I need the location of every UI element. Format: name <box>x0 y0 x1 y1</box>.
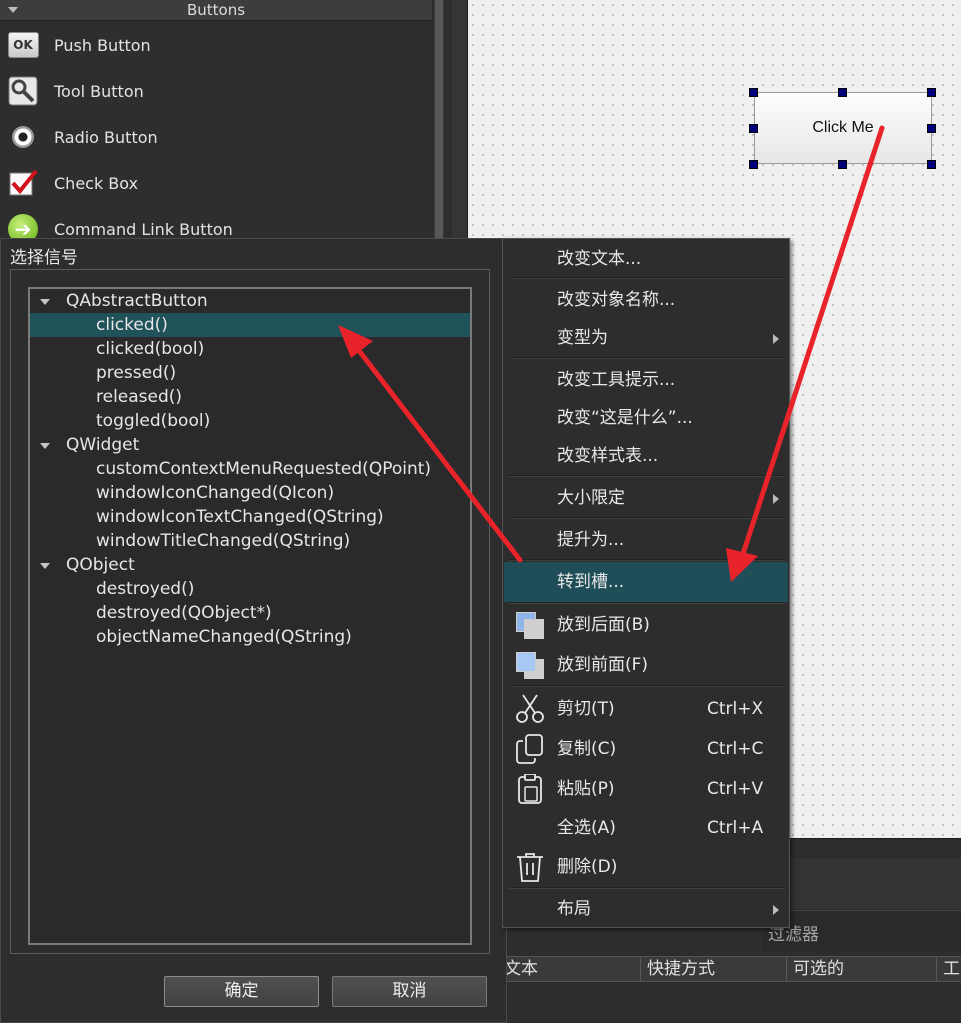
signal-item[interactable]: destroyed(QObject*) <box>30 601 470 625</box>
signal-item[interactable]: windowIconTextChanged(QString) <box>30 505 470 529</box>
resize-handle[interactable] <box>838 160 847 169</box>
collapse-arrow-icon[interactable] <box>8 7 18 13</box>
column-header-tooltip[interactable]: 工 <box>936 957 961 981</box>
resize-handle[interactable] <box>749 124 758 133</box>
menu-item-change-text[interactable]: 改变文本... <box>504 239 788 279</box>
cancel-button[interactable]: 取消 <box>332 976 487 1007</box>
resize-handle[interactable] <box>927 88 936 97</box>
signal-item[interactable]: released() <box>30 385 470 409</box>
menu-separator <box>509 277 785 279</box>
submenu-arrow-icon <box>773 494 779 504</box>
widget-item-radio-button[interactable]: Radio Button <box>0 114 432 160</box>
signal-item[interactable]: windowIconChanged(QIcon) <box>30 481 470 505</box>
context-menu: 改变文本... 改变对象名称... 变型为 改变工具提示... 改变“这是什么”… <box>502 238 790 928</box>
submenu-arrow-icon <box>773 334 779 344</box>
column-header-text[interactable]: 文本 <box>498 957 640 981</box>
copy-icon <box>514 734 546 764</box>
expand-arrow-icon[interactable] <box>40 443 50 449</box>
menu-item-change-whats-this[interactable]: 改变“这是什么”... <box>504 398 788 438</box>
signal-item-selected[interactable]: clicked() <box>30 313 470 337</box>
push-button-icon: OK <box>7 29 39 61</box>
resize-handle[interactable] <box>749 88 758 97</box>
menu-separator <box>509 559 785 561</box>
menu-separator <box>509 357 785 359</box>
widget-item-label: Check Box <box>54 173 139 193</box>
menu-separator <box>509 685 785 687</box>
scrollbar-thumb[interactable] <box>435 0 443 240</box>
menu-item-copy[interactable]: 复制(C) Ctrl+C <box>504 729 788 769</box>
action-table-header: 文本 快捷方式 可选的 工 <box>452 956 961 982</box>
menu-item-morph-into[interactable]: 变型为 <box>504 318 788 358</box>
menu-item-paste[interactable]: 粘贴(P) Ctrl+V <box>504 769 788 809</box>
signal-item[interactable]: customContextMenuRequested(QPoint) <box>30 457 470 481</box>
widget-item-check-box[interactable]: Check Box <box>0 160 432 206</box>
menu-item-layout[interactable]: 布局 <box>504 889 788 929</box>
signal-item[interactable]: windowTitleChanged(QString) <box>30 529 470 553</box>
resize-handle[interactable] <box>927 124 936 133</box>
tree-group-qobject[interactable]: QObject <box>30 553 470 577</box>
menu-item-bring-to-front[interactable]: 放到前面(F) <box>504 645 788 685</box>
menu-separator <box>509 602 785 604</box>
menu-item-go-to-slot[interactable]: 转到槽... <box>504 562 788 602</box>
widget-item-label: Command Link Button <box>54 219 233 239</box>
paste-icon <box>514 773 546 804</box>
signal-item[interactable]: destroyed() <box>30 577 470 601</box>
signal-tree[interactable]: QAbstractButton clicked() clicked(bool) … <box>28 287 472 945</box>
trash-icon <box>514 852 546 882</box>
column-header-checkable[interactable]: 可选的 <box>786 957 936 981</box>
radio-button-icon <box>7 121 39 153</box>
tree-group-qabstractbutton[interactable]: QAbstractButton <box>30 289 470 313</box>
tree-group-qwidget[interactable]: QWidget <box>30 433 470 457</box>
widget-item-label: Radio Button <box>54 127 158 147</box>
send-to-back-icon <box>514 610 546 640</box>
signal-item[interactable]: toggled(bool) <box>30 409 470 433</box>
check-box-icon <box>7 167 39 199</box>
widget-category-header[interactable]: Buttons <box>0 0 432 21</box>
widget-item-label: Tool Button <box>54 81 144 101</box>
menu-item-promote-to[interactable]: 提升为... <box>504 520 788 560</box>
menu-item-select-all[interactable]: 全选(A) Ctrl+A <box>504 808 788 848</box>
menu-item-cut[interactable]: 剪切(T) Ctrl+X <box>504 689 788 729</box>
bring-to-front-icon <box>514 650 546 680</box>
signal-item[interactable]: objectNameChanged(QString) <box>30 625 470 649</box>
column-header-shortcut[interactable]: 快捷方式 <box>640 957 786 981</box>
widget-box-scrollbar[interactable] <box>434 0 444 245</box>
menu-item-size-constraints[interactable]: 大小限定 <box>504 478 788 518</box>
signal-item[interactable]: pressed() <box>30 361 470 385</box>
select-signal-dialog: 选择信号 QAbstractButton clicked() clicked(b… <box>0 238 507 1023</box>
menu-item-send-to-back[interactable]: 放到后面(B) <box>504 605 788 645</box>
menu-item-change-tooltip[interactable]: 改变工具提示... <box>504 360 788 400</box>
dialog-title: 选择信号 <box>10 248 78 268</box>
menu-item-change-stylesheet[interactable]: 改变样式表... <box>504 436 788 476</box>
menu-item-change-object-name[interactable]: 改变对象名称... <box>504 280 788 320</box>
ok-button[interactable]: 确定 <box>164 976 319 1007</box>
scissors-icon <box>514 694 546 724</box>
widget-item-push-button[interactable]: OK Push Button <box>0 22 432 68</box>
expand-arrow-icon[interactable] <box>40 299 50 305</box>
widget-item-tool-button[interactable]: Tool Button <box>0 68 432 114</box>
widget-box-panel: Buttons OK Push Button Tool Button Radio… <box>0 0 452 245</box>
menu-separator <box>509 517 785 519</box>
menu-item-delete[interactable]: 删除(D) <box>504 847 788 887</box>
resize-handle[interactable] <box>838 88 847 97</box>
resize-handle[interactable] <box>927 160 936 169</box>
submenu-arrow-icon <box>773 905 779 915</box>
tool-button-icon <box>7 75 39 107</box>
widget-category-label: Buttons <box>186 1 246 19</box>
menu-separator <box>509 475 785 477</box>
resize-handle[interactable] <box>749 160 758 169</box>
click-me-button[interactable]: Click Me <box>754 92 932 164</box>
widget-item-label: Push Button <box>54 35 151 55</box>
widget-list: OK Push Button Tool Button Radio Button <box>0 22 432 252</box>
expand-arrow-icon[interactable] <box>40 563 50 569</box>
signal-item[interactable]: clicked(bool) <box>30 337 470 361</box>
